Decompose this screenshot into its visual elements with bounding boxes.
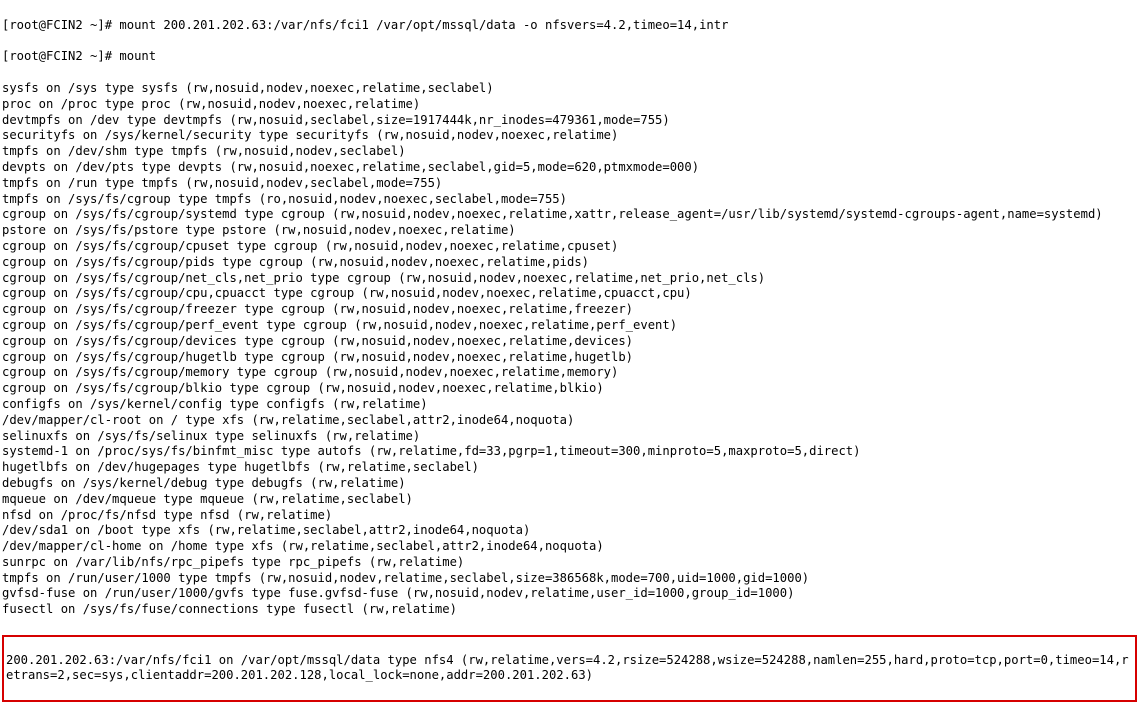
mount-output-line: 200.201.202.63:/var/nfs/fci1 on /var/opt… xyxy=(6,653,1133,685)
command-line-1: [root@FCIN2 ~]# mount 200.201.202.63:/va… xyxy=(2,18,1137,34)
mount-output-line: cgroup on /sys/fs/cgroup/cpuset type cgr… xyxy=(2,239,1137,255)
command-text: mount xyxy=(119,49,156,63)
mount-output-line: cgroup on /sys/fs/cgroup/freezer type cg… xyxy=(2,302,1137,318)
mount-output-line: cgroup on /sys/fs/cgroup/memory type cgr… xyxy=(2,365,1137,381)
mount-output-line: tmpfs on /run type tmpfs (rw,nosuid,node… xyxy=(2,176,1137,192)
mount-output-line: pstore on /sys/fs/pstore type pstore (rw… xyxy=(2,223,1137,239)
mount-output-line: cgroup on /sys/fs/cgroup/systemd type cg… xyxy=(2,207,1137,223)
mount-output-line: cgroup on /sys/fs/cgroup/blkio type cgro… xyxy=(2,381,1137,397)
mount-output-line: cgroup on /sys/fs/cgroup/hugetlb type cg… xyxy=(2,350,1137,366)
mount-output-line: fusectl on /sys/fs/fuse/connections type… xyxy=(2,602,1137,618)
mount-output-line: sysfs on /sys type sysfs (rw,nosuid,node… xyxy=(2,81,1137,97)
shell-prompt: [root@FCIN2 ~]# xyxy=(2,49,119,63)
mount-output-line: nfsd on /proc/fs/nfsd type nfsd (rw,rela… xyxy=(2,508,1137,524)
mount-output-block: sysfs on /sys type sysfs (rw,nosuid,node… xyxy=(2,81,1137,618)
mount-output-line: cgroup on /sys/fs/cgroup/net_cls,net_pri… xyxy=(2,271,1137,287)
mount-output-line: /dev/mapper/cl-home on /home type xfs (r… xyxy=(2,539,1137,555)
mount-output-line: hugetlbfs on /dev/hugepages type hugetlb… xyxy=(2,460,1137,476)
mount-output-line: devpts on /dev/pts type devpts (rw,nosui… xyxy=(2,160,1137,176)
mount-output-line: selinuxfs on /sys/fs/selinux type selinu… xyxy=(2,429,1137,445)
mount-output-line: devtmpfs on /dev type devtmpfs (rw,nosui… xyxy=(2,113,1137,129)
mount-output-line: gvfsd-fuse on /run/user/1000/gvfs type f… xyxy=(2,586,1137,602)
mount-output-line: cgroup on /sys/fs/cgroup/devices type cg… xyxy=(2,334,1137,350)
mount-output-line: /dev/sda1 on /boot type xfs (rw,relatime… xyxy=(2,523,1137,539)
mount-output-line: debugfs on /sys/kernel/debug type debugf… xyxy=(2,476,1137,492)
mount-output-line: cgroup on /sys/fs/cgroup/pids type cgrou… xyxy=(2,255,1137,271)
mount-output-line: securityfs on /sys/kernel/security type … xyxy=(2,128,1137,144)
mount-output-line: mqueue on /dev/mqueue type mqueue (rw,re… xyxy=(2,492,1137,508)
mount-output-line: cgroup on /sys/fs/cgroup/cpu,cpuacct typ… xyxy=(2,286,1137,302)
mount-output-line: tmpfs on /run/user/1000 type tmpfs (rw,n… xyxy=(2,571,1137,587)
mount-output-line: systemd-1 on /proc/sys/fs/binfmt_misc ty… xyxy=(2,444,1137,460)
mount-output-line: /dev/mapper/cl-root on / type xfs (rw,re… xyxy=(2,413,1137,429)
mount-output-line: tmpfs on /sys/fs/cgroup type tmpfs (ro,n… xyxy=(2,192,1137,208)
command-line-2: [root@FCIN2 ~]# mount xyxy=(2,49,1137,65)
command-text: mount 200.201.202.63:/var/nfs/fci1 /var/… xyxy=(119,18,728,32)
mount-output-line: proc on /proc type proc (rw,nosuid,nodev… xyxy=(2,97,1137,113)
shell-prompt: [root@FCIN2 ~]# xyxy=(2,18,119,32)
mount-output-line: cgroup on /sys/fs/cgroup/perf_event type… xyxy=(2,318,1137,334)
terminal-output[interactable]: [root@FCIN2 ~]# mount 200.201.202.63:/va… xyxy=(0,0,1139,715)
mount-output-line: sunrpc on /var/lib/nfs/rpc_pipefs type r… xyxy=(2,555,1137,571)
highlighted-nfs-mount: 200.201.202.63:/var/nfs/fci1 on /var/opt… xyxy=(2,635,1137,702)
mount-output-line: tmpfs on /dev/shm type tmpfs (rw,nosuid,… xyxy=(2,144,1137,160)
mount-output-line: configfs on /sys/kernel/config type conf… xyxy=(2,397,1137,413)
